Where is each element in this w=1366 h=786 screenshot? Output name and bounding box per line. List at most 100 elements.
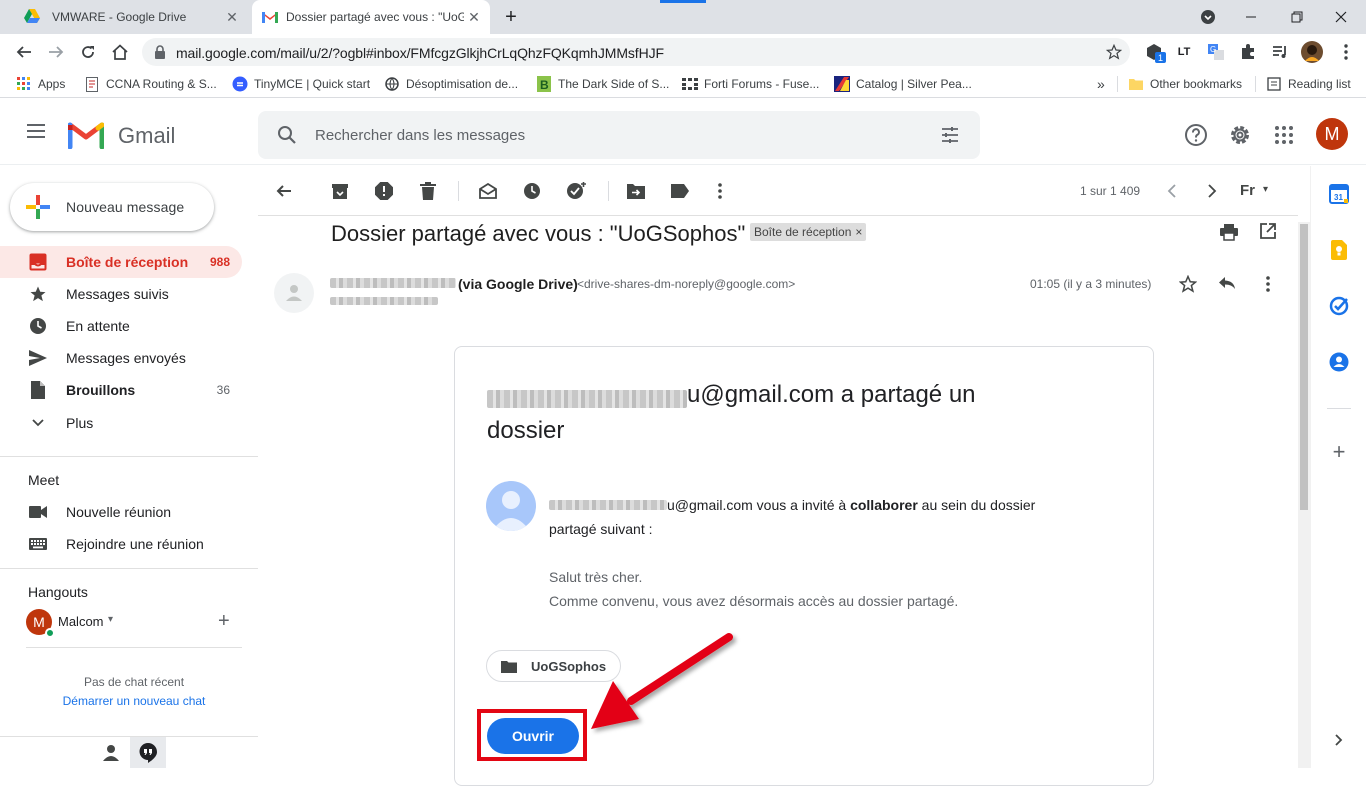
hangouts-user-name[interactable]: Malcom [58,614,104,629]
scrollbar-thumb[interactable] [1300,224,1308,510]
nav-label: En attente [66,318,130,334]
remove-label-icon[interactable]: × [855,225,862,239]
google-apps-icon[interactable] [1274,125,1294,145]
tab-close-icon[interactable]: ✕ [466,9,482,25]
open-button[interactable]: Ouvrir [487,718,579,754]
reading-list-button[interactable]: Reading list [1266,76,1351,92]
bookmark-desoptimisation[interactable]: Désoptimisation de... [384,76,518,92]
delete-icon[interactable] [416,179,440,203]
extension-cube-icon[interactable]: 1 [1142,40,1166,64]
contacts-icon[interactable] [1329,352,1349,372]
calendar-icon[interactable]: 31 [1329,184,1349,204]
contacts-person-icon[interactable] [102,744,120,762]
compose-button[interactable]: Nouveau message [10,183,214,231]
nav-more[interactable]: Plus [0,407,242,439]
get-addons-plus-icon[interactable]: + [1329,439,1349,464]
tab-vmware-drive[interactable]: VMWARE - Google Drive ✕ [8,0,248,34]
newer-chevron-icon[interactable] [1160,179,1184,203]
profile-avatar-icon[interactable] [1300,40,1324,64]
move-to-icon[interactable] [624,179,648,203]
back-to-inbox-icon[interactable] [272,179,296,203]
search-bar[interactable]: Rechercher dans les messages [258,111,980,159]
caret-down-icon[interactable]: ▾ [108,614,113,625]
redacted-recipient [330,297,438,305]
other-bookmarks-folder[interactable]: Other bookmarks [1128,76,1242,92]
gmail-logo-icon[interactable] [68,121,104,149]
bookmark-tinymce[interactable]: TinyMCE | Quick start [232,76,370,92]
bookmark-apps[interactable]: Apps [16,76,65,92]
input-language-button[interactable]: Fr [1240,182,1255,199]
nav-snoozed[interactable]: En attente [0,310,242,342]
older-chevron-icon[interactable] [1200,179,1224,203]
nav-starred[interactable]: Messages suivis [0,278,242,310]
add-to-tasks-icon[interactable] [564,179,588,203]
svg-text:B: B [540,78,549,92]
search-options-icon[interactable] [940,125,960,145]
nav-drafts[interactable]: Brouillons 36 [0,374,242,406]
globe-icon [384,76,400,92]
show-side-panel-chevron-icon[interactable] [1329,730,1349,750]
tab-close-icon[interactable]: ✕ [224,9,240,25]
restore-icon[interactable] [1286,6,1308,28]
star-message-icon[interactable] [1179,275,1197,293]
search-icon[interactable] [277,125,297,145]
settings-gear-icon[interactable] [1228,123,1252,147]
more-options-icon[interactable] [708,179,732,203]
hangouts-tab[interactable] [130,737,166,768]
bookmark-catalog[interactable]: Catalog | Silver Pea... [834,76,972,92]
minimize-icon[interactable] [1240,6,1262,28]
folder-icon [1128,76,1144,92]
bookmark-star-icon[interactable] [1106,44,1122,60]
back-icon[interactable] [12,40,36,64]
bookmark-forti-forums[interactable]: Forti Forums - Fuse... [682,76,819,92]
meet-new-meeting[interactable]: Nouvelle réunion [0,496,242,528]
languagetool-icon[interactable]: LT [1172,40,1196,64]
search-input[interactable]: Rechercher dans les messages [315,127,525,144]
mark-unread-icon[interactable] [476,179,500,203]
extensions-puzzle-icon[interactable] [1236,40,1260,64]
bookmark-dark-side[interactable]: B The Dark Side of S... [536,76,669,92]
help-icon[interactable] [1184,123,1208,147]
chrome-menu-icon[interactable] [1334,40,1358,64]
new-tab-button[interactable]: + [500,6,522,28]
snooze-icon[interactable] [520,179,544,203]
report-spam-icon[interactable] [372,179,396,203]
add-chat-icon[interactable]: + [218,610,230,633]
left-navigation: Nouveau message Boîte de réception 988 M… [0,166,258,768]
bookmarks-overflow-button[interactable]: » [1097,76,1105,92]
message-subject: Dossier partagé avec vous : "UoGSophos" [331,221,746,246]
open-in-new-window-icon[interactable] [1260,223,1276,239]
browser-toolbar: mail.google.com/mail/u/2/?ogbl#inbox/FMf… [0,34,1366,70]
archive-icon[interactable] [328,179,352,203]
home-icon[interactable] [108,40,132,64]
message-scrollbar[interactable] [1298,222,1310,768]
print-icon[interactable] [1220,223,1238,241]
tab-gmail-message[interactable]: Dossier partagé avec vous : "UoG ✕ [252,0,490,34]
sender-avatar[interactable] [274,273,314,313]
label-icon[interactable] [668,179,692,203]
forward-icon[interactable] [44,40,68,64]
message-more-icon[interactable] [1266,276,1270,292]
translate-icon[interactable]: G [1204,40,1228,64]
keep-icon[interactable] [1329,240,1349,260]
tab-loading-indicator [660,0,706,3]
start-new-chat-link[interactable]: Démarrer un nouveau chat [0,694,268,708]
nav-sent[interactable]: Messages envoyés [0,342,242,374]
reload-icon[interactable] [76,40,100,64]
account-avatar[interactable]: M [1316,118,1348,150]
address-bar[interactable]: mail.google.com/mail/u/2/?ogbl#inbox/FMf… [142,38,1130,66]
media-queue-icon[interactable] [1268,40,1292,64]
nav-inbox[interactable]: Boîte de réception 988 [0,246,242,278]
invite-bold: collaborer [850,497,918,513]
caret-down-icon[interactable]: ▾ [1263,184,1268,195]
close-window-icon[interactable] [1330,6,1352,28]
meet-join-meeting[interactable]: Rejoindre une réunion [0,528,242,560]
url-text: mail.google.com/mail/u/2/?ogbl#inbox/FMf… [176,45,664,61]
main-menu-icon[interactable] [26,123,46,139]
bookmark-ccna[interactable]: CCNA Routing & S... [84,76,217,92]
tasks-icon[interactable] [1329,296,1349,316]
tab-search-icon[interactable] [1197,6,1219,28]
reply-icon[interactable] [1218,276,1236,290]
inbox-label-chip[interactable]: Boîte de réception × [750,223,867,241]
sender-via: (via Google Drive) [458,276,578,292]
